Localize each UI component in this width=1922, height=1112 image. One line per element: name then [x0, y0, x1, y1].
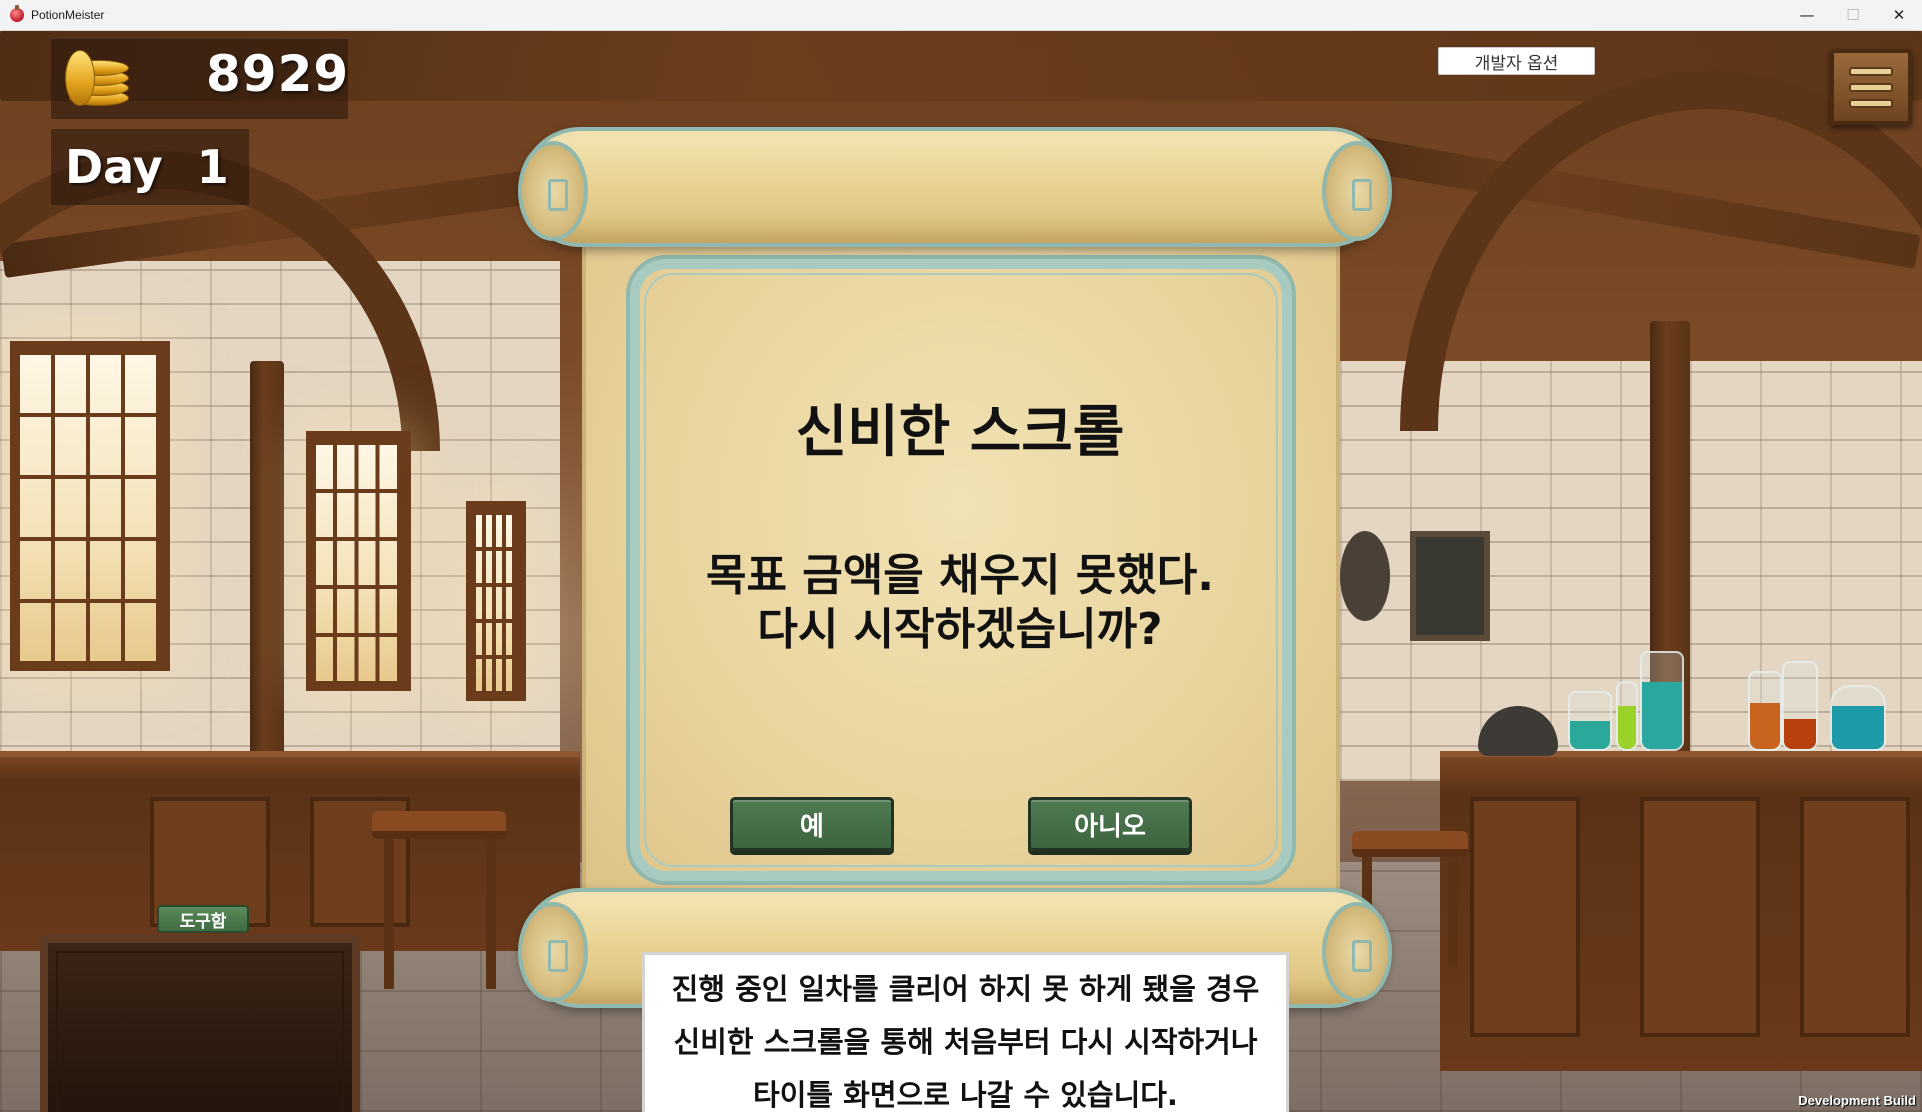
dialog-message: 목표 금액을 채우지 못했다. 다시 시작하겠습니까?: [520, 549, 1400, 657]
no-button[interactable]: 아니오: [1028, 797, 1192, 851]
wall-plaque: [1410, 531, 1490, 641]
window-titlebar: PotionMeister — ☐ ✕: [0, 0, 1922, 31]
day-number: 1: [196, 140, 229, 194]
day-panel: Day 1: [51, 129, 249, 205]
potion-bottle: [1640, 651, 1684, 751]
gold-panel: 8929: [51, 39, 348, 119]
development-build-label: Development Build: [1798, 1093, 1916, 1108]
shop-window: [10, 341, 170, 671]
shop-window: [306, 431, 411, 691]
window-title: PotionMeister: [31, 8, 105, 22]
game-viewport: 8929 Day 1 개발자 옵션 도구함 신비한 스크롤 목표 금액을 채우지…: [0, 31, 1922, 1112]
gold-coins-icon: [59, 44, 139, 114]
potion-bottle: [1616, 681, 1638, 751]
yes-button[interactable]: 예: [730, 797, 894, 851]
gold-amount: 8929: [206, 45, 350, 103]
scroll-top-roll: [518, 127, 1392, 247]
developer-options-button[interactable]: 개발자 옵션: [1438, 47, 1595, 75]
restart-scroll-dialog: 신비한 스크롤 목표 금액을 채우지 못했다. 다시 시작하겠습니까? 예 아니…: [518, 127, 1400, 1047]
day-label: Day: [65, 140, 163, 194]
tip-line: 신비한 스크롤을 통해 처음부터 다시 시작하거나: [673, 1024, 1258, 1059]
close-button[interactable]: ✕: [1876, 0, 1922, 31]
dialog-message-line: 다시 시작하겠습니까?: [757, 604, 1163, 655]
tip-line: 진행 중인 일차를 클리어 하지 못 하게 됐을 경우: [671, 972, 1260, 1007]
shop-window: [466, 501, 526, 701]
dialog-title: 신비한 스크롤: [795, 400, 1125, 465]
right-counter: [1440, 751, 1922, 1071]
potion-app-icon: [10, 5, 24, 22]
minimize-button[interactable]: —: [1784, 0, 1830, 31]
hamburger-menu-icon[interactable]: [1830, 49, 1912, 125]
dialog-message-line: 목표 금액을 채우지 못했다.: [706, 550, 1214, 601]
potion-bottle: [1830, 685, 1886, 751]
maximize-button[interactable]: ☐: [1830, 0, 1876, 31]
tip-line: 타이틀 화면으로 나갈 수 있습니다.: [753, 1077, 1178, 1112]
window-controls: — ☐ ✕: [1784, 0, 1922, 31]
potion-bottle: [1782, 661, 1818, 751]
toolbox-tab[interactable]: 도구함: [157, 905, 249, 933]
potion-bottle: [1748, 671, 1782, 751]
potion-bottle: [1568, 691, 1612, 751]
stool: [372, 811, 506, 839]
toolbox-panel[interactable]: [40, 935, 360, 1112]
tutorial-tip-box: 진행 중인 일차를 클리어 하지 못 하게 됐을 경우 신비한 스크롤을 통해 …: [642, 952, 1289, 1112]
